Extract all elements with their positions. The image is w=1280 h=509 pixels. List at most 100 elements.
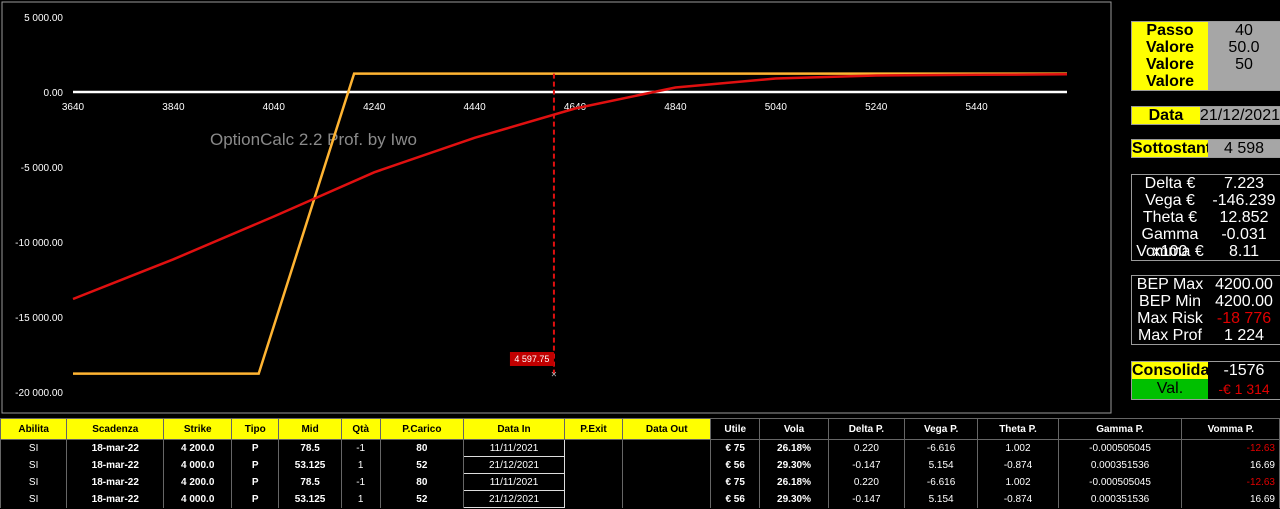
table-cell[interactable]: 53.125 — [278, 456, 342, 474]
table-cell: 29.30% — [759, 456, 829, 474]
column-header[interactable]: Qtà — [340, 418, 381, 440]
table-cell: -0.874 — [977, 490, 1059, 508]
row-value[interactable]: 50.0 — [1208, 39, 1280, 56]
column-header[interactable]: P.Carico — [379, 418, 465, 440]
row-value: -18 776 — [1216, 310, 1272, 327]
table-cell[interactable] — [563, 456, 624, 474]
table-cell[interactable]: P — [231, 439, 280, 457]
table-cell[interactable]: SI — [0, 439, 68, 457]
row-value[interactable]: 40 — [1208, 22, 1280, 39]
table-cell[interactable]: SI — [0, 473, 68, 491]
y-tick-label: 0.00 — [44, 88, 64, 99]
table-cell[interactable]: 18-mar-22 — [66, 456, 165, 474]
table-cell: € 56 — [710, 456, 761, 474]
table-cell[interactable]: 4 200.0 — [163, 473, 233, 491]
column-header[interactable]: Scadenza — [66, 418, 165, 440]
column-header[interactable]: Theta P. — [977, 418, 1059, 440]
table-cell[interactable]: 4 000.0 — [163, 490, 233, 508]
table-cell[interactable]: 80 — [379, 473, 465, 491]
row-value[interactable]: 50 — [1208, 56, 1280, 73]
y-tick-label: -5 000.00 — [21, 163, 64, 174]
row-label: Valore MiniF. — [1132, 73, 1208, 107]
underlying-value[interactable]: 4 598 — [1208, 140, 1280, 157]
column-header[interactable]: Tipo — [231, 418, 280, 440]
table-cell[interactable]: SI — [0, 490, 68, 508]
column-header[interactable]: Vola — [759, 418, 829, 440]
column-header[interactable]: Utile — [710, 418, 761, 440]
table-cell: € 75 — [710, 473, 761, 491]
table-cell[interactable]: 4 000.0 — [163, 456, 233, 474]
table-cell[interactable] — [563, 473, 624, 491]
table-cell[interactable] — [622, 490, 712, 508]
table-cell[interactable] — [622, 456, 712, 474]
table-cell[interactable]: 18-mar-22 — [66, 439, 165, 457]
table-cell[interactable]: -1 — [340, 439, 381, 457]
row-value[interactable] — [1208, 73, 1280, 90]
column-header[interactable]: Strike — [163, 418, 233, 440]
table-cell[interactable] — [563, 490, 624, 508]
bep-panel: BEP Max 4200.00 BEP Min 4200.00 Max Risk -18 … — [1131, 275, 1280, 345]
watermark: OptionCalc 2.2 Prof. by Iwo — [210, 130, 417, 149]
table-cell[interactable]: 4 200.0 — [163, 439, 233, 457]
table-cell: -6.616 — [903, 439, 979, 457]
table-row[interactable]: SI 18-mar-22 4 200.0 P 78.5 -1 80 11/11/2021 € 7… — [0, 473, 1280, 491]
table-cell[interactable]: 21/12/2021 — [463, 456, 565, 474]
cursor-marker-icon: × — [551, 370, 557, 381]
table-cell[interactable] — [622, 473, 712, 491]
row-value: 1 224 — [1223, 327, 1265, 344]
cursor-label: 4 597.75 — [514, 354, 549, 364]
column-header[interactable]: Vomma P. — [1181, 418, 1280, 440]
date-label: Data — [1132, 107, 1200, 124]
table-cell[interactable]: 11/11/2021 — [463, 439, 565, 457]
column-header[interactable]: Mid — [278, 418, 342, 440]
table-cell[interactable]: 1 — [340, 456, 381, 474]
table-cell[interactable]: P — [231, 456, 280, 474]
table-cell[interactable]: 1 — [340, 490, 381, 508]
table-cell: -0.000505045 — [1057, 473, 1183, 491]
table-cell[interactable]: 52 — [379, 490, 465, 508]
table-cell[interactable]: 78.5 — [278, 439, 342, 457]
table-cell[interactable]: -1 — [340, 473, 381, 491]
row-label: BEP Min — [1139, 293, 1201, 310]
table-cell[interactable]: P — [231, 473, 280, 491]
column-header[interactable]: P.Exit — [563, 418, 624, 440]
column-header[interactable]: Data In — [463, 418, 565, 440]
column-header[interactable]: Data Out — [622, 418, 712, 440]
table-cell[interactable]: 21/12/2021 — [463, 490, 565, 508]
greek-row: Delta € 7.223 — [1132, 175, 1280, 192]
bep-row: Max Risk -18 776 — [1132, 310, 1280, 327]
table-cell[interactable]: 18-mar-22 — [66, 490, 165, 508]
x-tick-label: 4040 — [263, 102, 286, 113]
table-row[interactable]: SI 18-mar-22 4 000.0 P 53.125 1 52 21/12/2021 € … — [0, 490, 1280, 508]
table-row[interactable]: SI 18-mar-22 4 200.0 P 78.5 -1 80 11/11/2021 € 7… — [0, 439, 1280, 457]
date-value[interactable]: 21/12/2021 — [1199, 107, 1280, 124]
table-row[interactable]: SI 18-mar-22 4 000.0 P 53.125 1 52 21/12/2021 € … — [0, 456, 1280, 474]
table-cell[interactable]: 78.5 — [278, 473, 342, 491]
table-cell[interactable]: SI — [0, 456, 68, 474]
y-tick-label: -20 000.00 — [15, 388, 63, 399]
x-tick-label: 3640 — [62, 102, 85, 113]
column-header[interactable]: Delta P. — [827, 418, 905, 440]
x-tick-label: 3840 — [162, 102, 185, 113]
y-tick-label: 5 000.00 — [24, 13, 63, 24]
row-label: Valore Opzioni — [1132, 39, 1208, 73]
table-cell[interactable]: 80 — [379, 439, 465, 457]
table-cell[interactable] — [622, 439, 712, 457]
table-cell[interactable] — [563, 439, 624, 457]
param-row: Valore MiniF. — [1132, 73, 1280, 107]
underlying-panel: Sottostante 4 598 — [1131, 139, 1280, 158]
table-cell: -0.147 — [827, 490, 905, 508]
table-cell: 0.000351536 — [1057, 490, 1183, 508]
column-header[interactable]: Abilita — [0, 418, 68, 440]
table-cell[interactable]: 18-mar-22 — [66, 473, 165, 491]
table-cell[interactable]: 53.125 — [278, 490, 342, 508]
table-cell[interactable]: 11/11/2021 — [463, 473, 565, 491]
table-cell: 0.220 — [827, 473, 905, 491]
row-label: Theta € — [1142, 209, 1198, 226]
table-cell: 5.154 — [903, 490, 979, 508]
column-header[interactable]: Gamma P. — [1057, 418, 1183, 440]
x-tick-label: 5040 — [765, 102, 788, 113]
table-cell[interactable]: 52 — [379, 456, 465, 474]
column-header[interactable]: Vega P. — [903, 418, 979, 440]
table-cell[interactable]: P — [231, 490, 280, 508]
